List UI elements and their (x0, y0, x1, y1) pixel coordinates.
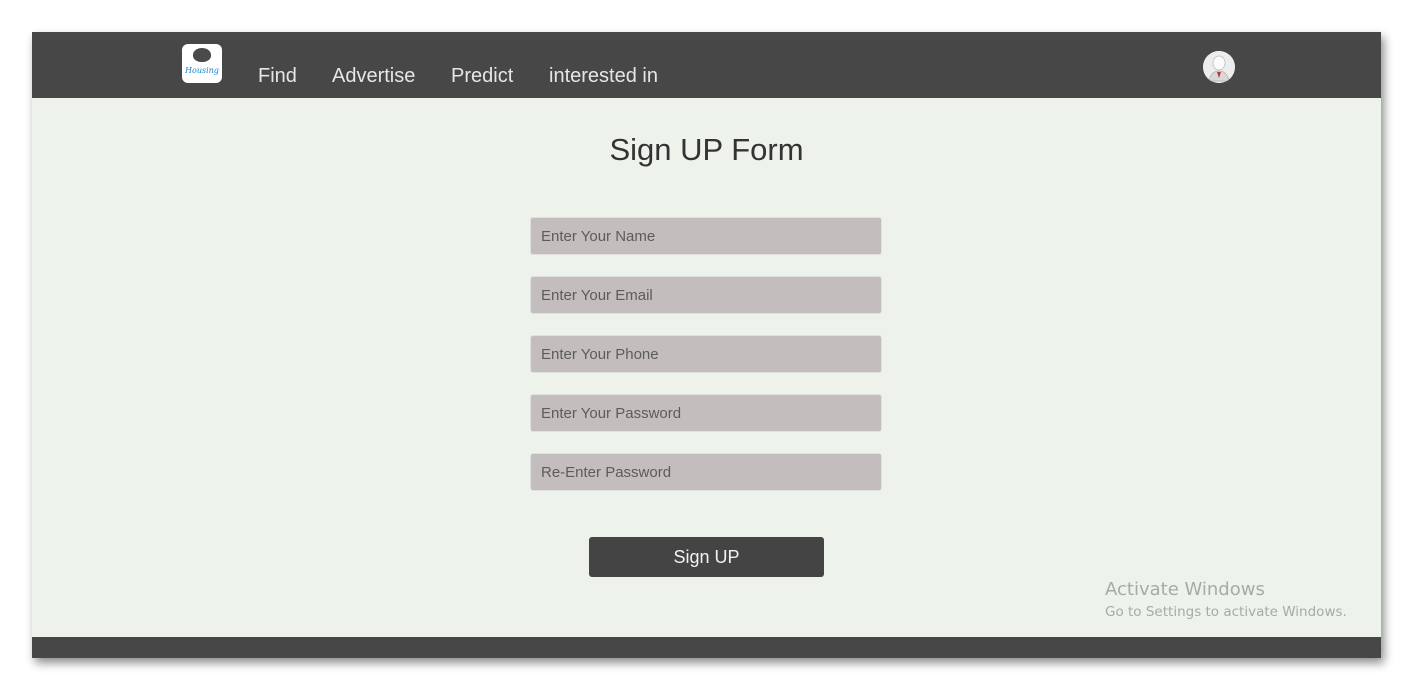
browser-viewport: Housing Find Advertise Predict intereste… (32, 32, 1381, 658)
password-field[interactable] (530, 394, 882, 432)
signup-section: Sign UP Form Sign UP (32, 98, 1381, 637)
logo-mark-icon (193, 48, 211, 62)
phone-field[interactable] (530, 335, 882, 373)
name-field[interactable] (530, 217, 882, 255)
housing-logo[interactable]: Housing (182, 44, 222, 83)
nav-link-advertise[interactable]: Advertise (332, 65, 415, 87)
nav-link-predict[interactable]: Predict (451, 65, 513, 87)
nav-link-find[interactable]: Find (258, 65, 297, 87)
person-icon (1203, 51, 1235, 83)
navbar: Housing Find Advertise Predict intereste… (32, 32, 1381, 98)
confirm-password-field[interactable] (530, 453, 882, 491)
nav-link-interested-in[interactable]: interested in (549, 65, 658, 87)
form-title: Sign UP Form (609, 132, 804, 167)
email-field[interactable] (530, 276, 882, 314)
sign-up-button[interactable]: Sign UP (589, 537, 824, 577)
footer-bar (32, 637, 1381, 658)
user-avatar-icon[interactable] (1203, 51, 1235, 83)
logo-text: Housing (185, 66, 219, 75)
